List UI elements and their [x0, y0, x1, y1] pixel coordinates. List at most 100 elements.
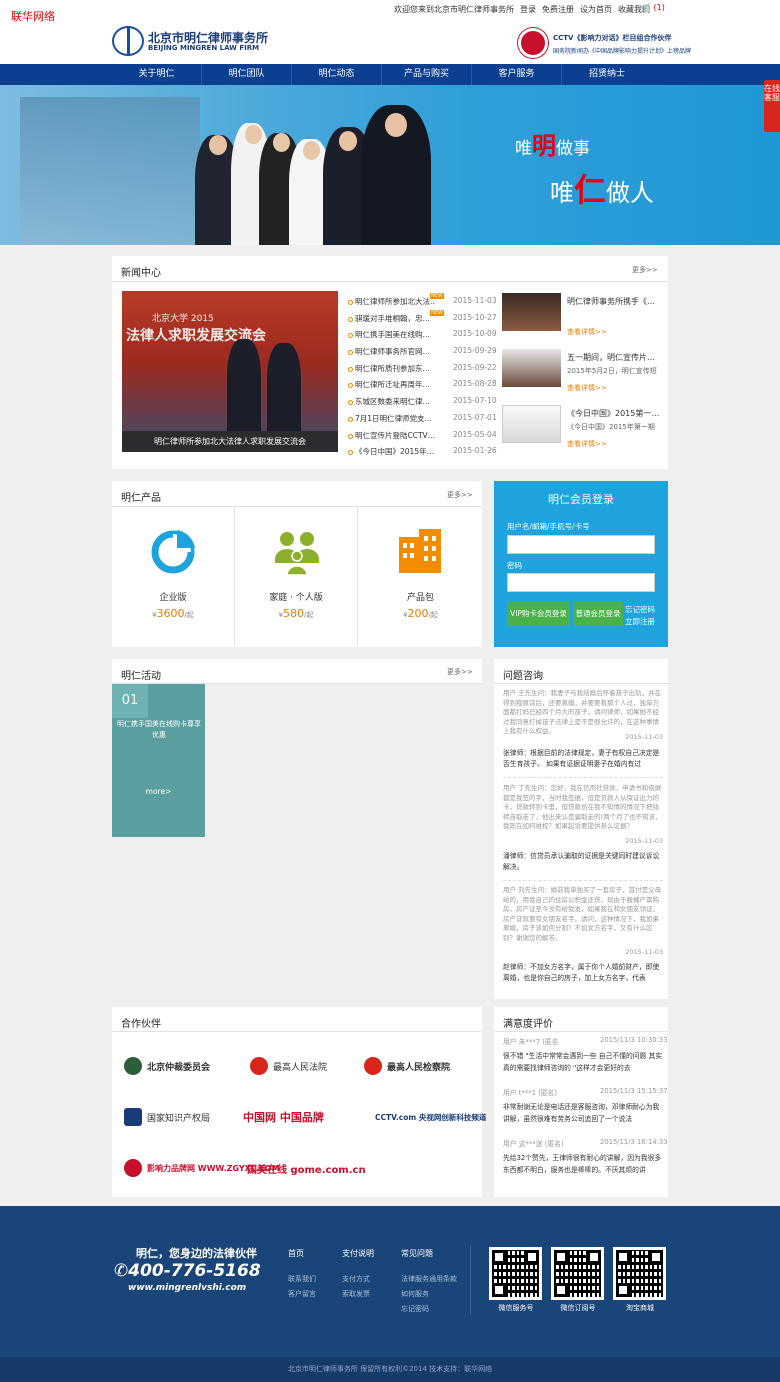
footer-link[interactable]: 联系我们 [288, 1274, 316, 1284]
product-price: ¥200/起 [403, 607, 438, 620]
partner-logo[interactable]: 中国网 中国品牌 [243, 1104, 324, 1130]
footer-link[interactable]: 法律服务通用条款 [401, 1274, 457, 1284]
nav-news[interactable]: 明仁动态 [292, 64, 382, 85]
partner-logo[interactable]: 最高人民法院 [250, 1053, 327, 1079]
product-name[interactable]: 家庭 · 个人版 [235, 590, 357, 603]
news-item-title[interactable]: 明仁律所质刊参加东… [355, 363, 435, 374]
partner-logo[interactable]: CCTV.com 央视网创新科技频道 [375, 1104, 486, 1130]
news-item-title[interactable]: 东城区数委来明仁律… [355, 396, 435, 407]
video-item[interactable]: 五一期间，明仁宣传片… 2015年5月2日，明仁宣传短 查看详情>> [502, 349, 662, 399]
news-item[interactable]: 明仁律师事务所官网… 2015-09-29 [348, 346, 497, 363]
news-item[interactable]: 明仁律所迁址再周年… 2015-08-28 [348, 379, 497, 396]
news-item[interactable]: 7月1日明仁律师党支… 2015-07-01 [348, 413, 497, 430]
ip-office-icon [124, 1108, 142, 1126]
news-item[interactable]: 东城区数委来明仁律… 2015-07-10 [348, 396, 497, 413]
video-more-link[interactable]: 查看详情>> [567, 439, 607, 449]
partner-logo[interactable]: 国美在线 gome.com.cn [247, 1155, 366, 1181]
video-thumb[interactable] [502, 293, 561, 331]
news-item[interactable]: 骐瑗对手堆桐翰，忠… NEW 2015-10-27 [348, 309, 497, 330]
news-item-title[interactable]: 明仁携手国美在线购… [355, 329, 435, 340]
footer-link[interactable]: 支付方式 [342, 1274, 370, 1284]
username-input[interactable] [507, 535, 655, 554]
login-title: 明仁会员登录 [548, 493, 614, 506]
product-card-package[interactable]: 产品包 ¥200/起 [359, 507, 482, 647]
password-input[interactable] [507, 573, 655, 592]
nav-team[interactable]: 明仁团队 [202, 64, 292, 85]
hero-banner[interactable] [0, 85, 780, 245]
product-price: ¥580/起 [278, 607, 314, 620]
footer-link[interactable]: 索取发票 [342, 1289, 370, 1299]
vip-login-button[interactable]: VIP购卡会员登录 [507, 602, 570, 626]
product-card-enterprise[interactable]: 企业版 ¥3600/起 [112, 507, 235, 647]
footer-col-title[interactable]: 支付说明 [342, 1248, 374, 1259]
review-date: 2015/11/3 10:30:33 [600, 1036, 668, 1044]
footer-col-title[interactable]: 常见问题 [401, 1248, 433, 1259]
news-more-link[interactable]: 更多>> [632, 265, 658, 275]
video-title[interactable]: 《今日中国》2015第一… [567, 408, 662, 419]
news-item-title[interactable]: 7月1日明仁律师党支… [355, 413, 435, 424]
news-item[interactable]: 明仁律所质刊参加东… 2015-09-22 [348, 363, 497, 380]
news-item-date: 2015-07-10 [453, 396, 497, 406]
product-name[interactable]: 企业版 [112, 590, 234, 603]
footer-col-title[interactable]: 首页 [288, 1248, 304, 1259]
product-name[interactable]: 产品包 [359, 590, 482, 603]
register-now-link[interactable]: 立即注册 [625, 616, 655, 627]
footer-link[interactable]: 客户留言 [288, 1289, 316, 1299]
activity-more-link[interactable]: more> [112, 787, 205, 796]
video-item[interactable]: 明仁律师事务所携手《… 查看详情>> [502, 293, 662, 343]
nav-jobs[interactable]: 招贤纳士 [562, 64, 652, 85]
news-item[interactable]: 《今日中国》2015年… 2015-01-26 [348, 446, 497, 463]
forgot-password-link[interactable]: 忘记密码 [625, 604, 655, 615]
set-home-link[interactable]: 设为首页 [580, 5, 612, 14]
video-title[interactable]: 明仁律师事务所携手《… [567, 296, 662, 307]
news-item-title[interactable]: 明仁宣传片登陆CCTV… [355, 430, 435, 441]
register-link[interactable]: 免费注册 [542, 5, 574, 14]
activity-card-title[interactable]: 明仁携手国美在线购卡尊享优惠 [116, 719, 202, 741]
review-header: 用户 朱***7 (匿名 2015/11/3 10:30:33 [503, 1036, 668, 1046]
partner-logo[interactable]: 北京仲裁委员会 [124, 1053, 210, 1079]
footer-url[interactable]: www.mingrenlvshi.com [128, 1283, 246, 1293]
qa-question[interactable]: 用户 刘先生问：婚前我单独买了一套房子，首付是父母给的，用我自己的住房公积金还贷… [503, 886, 663, 944]
nav-products[interactable]: 产品与购买 [382, 64, 472, 85]
news-item-title[interactable]: 骐瑗对手堆桐翰，忠… [355, 313, 435, 324]
video-more-link[interactable]: 查看详情>> [567, 383, 607, 393]
logo-icon[interactable] [112, 26, 144, 56]
nav-about[interactable]: 关于明仁 [112, 64, 202, 85]
news-item-title[interactable]: 明仁律师事务所官网… [355, 346, 435, 357]
video-title[interactable]: 五一期间，明仁宣传片… [567, 352, 662, 363]
activities-more-link[interactable]: 更多>> [447, 667, 473, 677]
news-featured-image[interactable]: 北京大学 2015 法律人求职发展交流会 [122, 291, 338, 452]
video-thumb[interactable] [502, 405, 561, 443]
news-image-caption[interactable]: 明仁律师所参加北大法律人求职发展交流会 [122, 431, 338, 452]
video-more-link[interactable]: 查看详情>> [567, 327, 607, 337]
footer-link[interactable]: 忘记密码 [401, 1304, 429, 1314]
review-text: 非常耐谢无论是电话还是客服咨询，邓律师耐心为我讲解，虽然很难有劳务公司追回了一个… [503, 1103, 660, 1123]
product-card-family[interactable]: 家庭 · 个人版 ¥580/起 [235, 507, 358, 647]
video-item[interactable]: 《今日中国》2015第一… 《今日中国》2015年第一期 查看详情>> [502, 405, 662, 455]
nav-service[interactable]: 客户服务 [472, 64, 562, 85]
news-item-title[interactable]: 明仁律师所参加北大法… [355, 296, 435, 307]
news-item[interactable]: 明仁宣传片登陆CCTV… 2015-05-04 [348, 430, 497, 447]
qa-question[interactable]: 用户 丁先生问：您好，我在信用社贷款，申请书和借据都是我签的字，当时我签据，但是… [503, 784, 663, 832]
partner-logo[interactable]: 国家知识产权局 [124, 1104, 210, 1130]
slogan-line2: 唯仁做人 [550, 171, 655, 209]
news-item-date: 2015-11-03 [453, 296, 497, 305]
login-link[interactable]: 登录 [520, 5, 536, 14]
normal-login-button[interactable]: 普通会员登录 [573, 602, 623, 626]
products-more-link[interactable]: 更多>> [447, 490, 473, 500]
activity-card-number: 01 [112, 684, 148, 718]
cctv-partner-text: CCTV《影响力对话》栏目组合作伙伴 [553, 34, 672, 42]
review-date: 2015/11/3 15:15:37 [600, 1087, 668, 1095]
qa-question[interactable]: 用户 王先生问：我妻子与我结婚后怀着孩子出轨，并在得到我原谅后，还要离婚，并要要… [503, 689, 663, 737]
video-thumb[interactable] [502, 349, 561, 387]
news-item-title[interactable]: 明仁律所迁址再周年… [355, 379, 435, 390]
partner-logo[interactable]: 最高人民检察院 [364, 1053, 450, 1079]
footer-link[interactable]: 如何服务 [401, 1289, 429, 1299]
footer-phone[interactable]: ✆400-776-5168 [114, 1261, 261, 1281]
news-item[interactable]: 明仁携手国美在线购… 2015-10-09 [348, 329, 497, 346]
online-service-tab[interactable]: 在线客服 [764, 80, 780, 132]
cart-link[interactable]: 🛒 (1) [641, 3, 665, 12]
news-item[interactable]: 明仁律师所参加北大法… NEW 2015-11-03 [348, 293, 497, 313]
news-item-title[interactable]: 《今日中国》2015年… [355, 446, 435, 457]
qa-date: 2015-11-03 [625, 837, 663, 845]
